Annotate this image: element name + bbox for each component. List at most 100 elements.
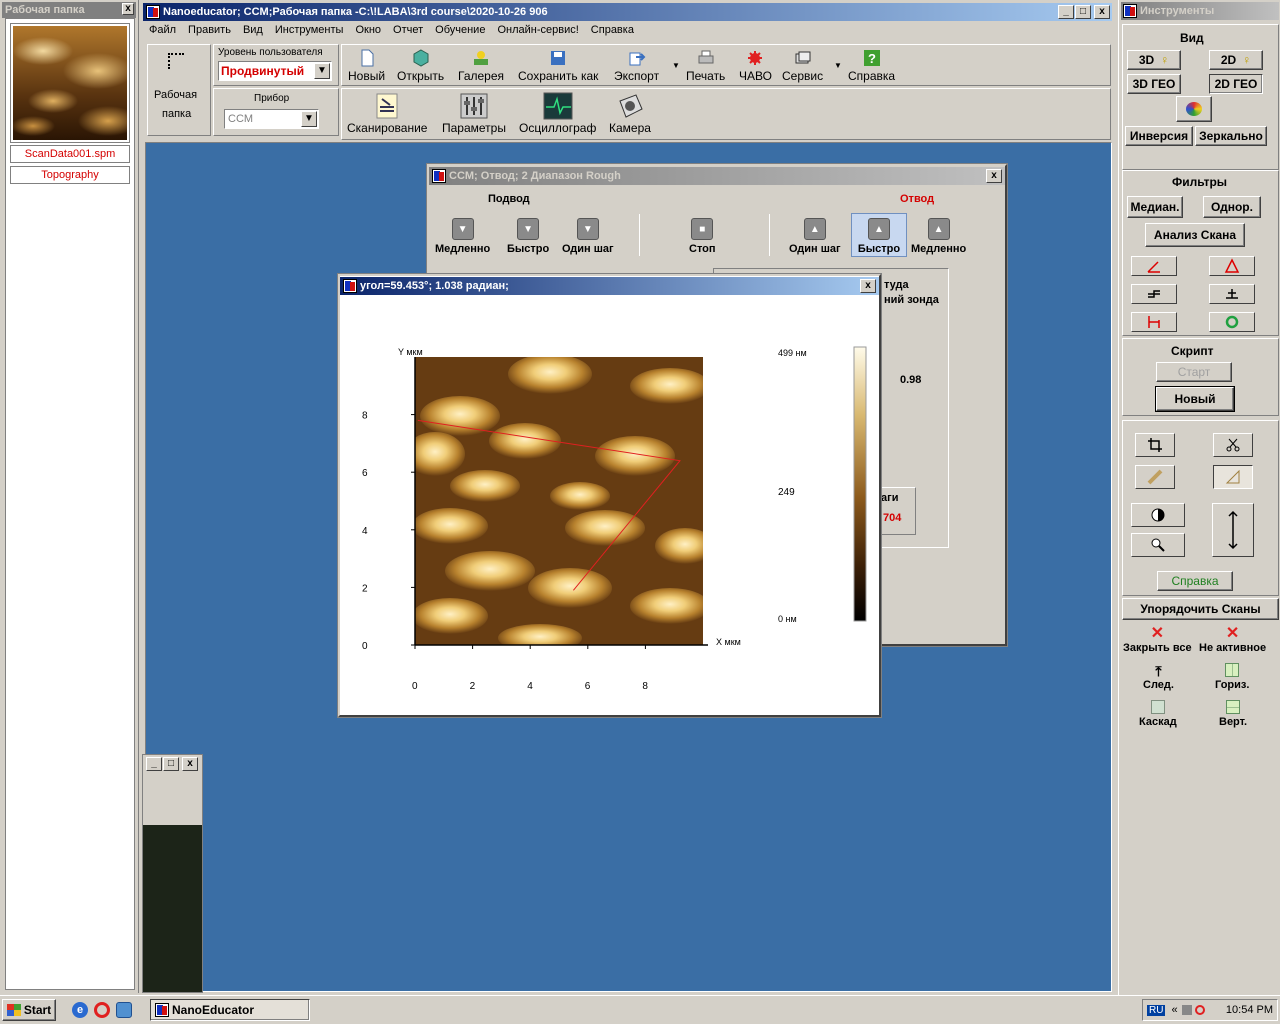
help-button[interactable]: ? Справка xyxy=(848,49,895,83)
close-all-label: Закрыть все xyxy=(1123,642,1192,654)
inactive-button[interactable]: ✕ Не активное xyxy=(1199,626,1266,655)
tools-help-button[interactable]: Справка xyxy=(1157,571,1233,591)
angle-button[interactable] xyxy=(1213,465,1253,489)
filter-tool-3[interactable] xyxy=(1131,284,1177,304)
scan-button[interactable]: Сканирование xyxy=(347,91,427,135)
filter-tool-1[interactable] xyxy=(1131,256,1177,276)
workfolder-titlebar[interactable]: Рабочая папка x xyxy=(2,2,136,18)
ccm-titlebar[interactable]: CCM; Отвод; 2 Диапазон Rough x xyxy=(429,167,1005,185)
zoom-button[interactable] xyxy=(1131,533,1185,557)
ie-icon[interactable]: e xyxy=(72,1002,88,1018)
menu-online[interactable]: Онлайн-сервис! xyxy=(497,24,578,40)
next-button[interactable]: ⤒ След. xyxy=(1143,663,1174,691)
approach-step-button[interactable]: ▼ Один шаг xyxy=(562,218,614,255)
close-all-button[interactable]: ✕ Закрыть все xyxy=(1123,626,1192,655)
median-button[interactable]: Медиан. xyxy=(1127,196,1183,218)
camera-button[interactable]: Камера xyxy=(609,91,651,135)
arrange-scans-button[interactable]: Упорядочить Сканы xyxy=(1122,598,1279,620)
params-button[interactable]: Параметры xyxy=(442,91,506,135)
vertical-scale-button[interactable] xyxy=(1212,503,1254,557)
contrast-button[interactable] xyxy=(1131,503,1185,527)
approach-slow-button[interactable]: ▼ Медленно xyxy=(435,218,490,255)
mirror-button[interactable]: Зеркально xyxy=(1195,126,1267,146)
main-titlebar[interactable]: Nanoeducator; CCM;Рабочая папка -C:\!LAB… xyxy=(143,3,1112,21)
open-button[interactable]: Открыть xyxy=(397,49,444,83)
menu-tools[interactable]: Инструменты xyxy=(275,24,344,40)
image-titlebar[interactable]: угол=59.453°; 1.038 радиан; x xyxy=(340,277,879,295)
filter-tool-6[interactable] xyxy=(1209,312,1255,332)
taskbar-app-button[interactable]: NanoEducator xyxy=(150,999,310,1021)
minimize-icon[interactable]: _ xyxy=(146,757,162,771)
mdi-client: CCM; Отвод; 2 Диапазон Rough x Подвод От… xyxy=(142,142,1112,993)
script-start-button[interactable]: Старт xyxy=(1156,362,1232,382)
menu-view[interactable]: Вид xyxy=(243,24,263,40)
opera-icon[interactable] xyxy=(94,1002,110,1018)
browser-icon[interactable] xyxy=(116,1002,132,1018)
scan-plot[interactable]: Y мкм X мкм 8 6 4 2 0 0 2 4 6 8 499 нм 2… xyxy=(340,296,879,715)
palette-button[interactable] xyxy=(1176,96,1212,122)
inverse-button[interactable]: Инверсия xyxy=(1125,126,1193,146)
filter-tool-2[interactable] xyxy=(1209,256,1255,276)
close-icon[interactable]: x xyxy=(182,757,198,771)
retract-slow-button[interactable]: ▲ Медленно xyxy=(911,218,966,255)
service-dropdown-icon[interactable]: ▼ xyxy=(834,61,842,70)
3d-geo-label: 3D ГЕО xyxy=(1132,77,1176,91)
user-level-select[interactable]: Продвинутый ▼ xyxy=(218,61,332,81)
stop-button[interactable]: ■ Стоп xyxy=(689,218,716,255)
close-icon[interactable]: x xyxy=(122,3,134,15)
menu-edit[interactable]: Править xyxy=(188,24,231,40)
uniform-button[interactable]: Однор. xyxy=(1203,196,1261,218)
retract-fast-button[interactable]: ▲ Быстро xyxy=(851,213,907,257)
filter-tool-4[interactable] xyxy=(1209,284,1255,304)
menu-help[interactable]: Справка xyxy=(591,24,634,40)
device-group: Прибор CCM ▼ xyxy=(213,88,339,136)
start-button[interactable]: Start xyxy=(2,999,56,1021)
close-icon[interactable]: x xyxy=(1094,5,1110,19)
menu-report[interactable]: Отчет xyxy=(393,24,423,40)
ruler-button[interactable] xyxy=(1135,465,1175,489)
crop-button[interactable] xyxy=(1135,433,1175,457)
export-button[interactable]: Экспорт xyxy=(614,49,659,83)
3d-geo-button[interactable]: 3D ГЕО xyxy=(1127,74,1181,94)
scope-button[interactable]: Осциллограф xyxy=(519,91,596,135)
2d-button[interactable]: 2D ♀ xyxy=(1209,50,1263,70)
minimize-icon[interactable]: _ xyxy=(1058,5,1074,19)
save-as-button[interactable]: Сохранить как xyxy=(518,49,598,83)
tray-expand-icon[interactable]: « xyxy=(1171,1004,1177,1016)
gallery-button[interactable]: Галерея xyxy=(458,49,504,83)
approach-fast-button[interactable]: ▼ Быстро xyxy=(507,218,549,255)
script-new-button[interactable]: Новый xyxy=(1155,386,1235,412)
scan-analysis-button[interactable]: Анализ Скана xyxy=(1145,223,1245,247)
device-select[interactable]: CCM ▼ xyxy=(224,109,319,129)
menu-window[interactable]: Окно xyxy=(355,24,381,40)
horiz-button[interactable]: Гориз. xyxy=(1215,663,1249,691)
scan-thumbnail[interactable] xyxy=(10,23,130,143)
vert-button[interactable]: Верт. xyxy=(1219,700,1247,728)
filter-tool-5[interactable] xyxy=(1131,312,1177,332)
3d-button[interactable]: 3D ♀ xyxy=(1127,50,1181,70)
scan-analysis-label: Анализ Скана xyxy=(1153,228,1237,242)
faq-button[interactable]: ЧАВО xyxy=(739,49,772,83)
close-icon[interactable]: x xyxy=(860,279,876,293)
maximize-icon[interactable]: □ xyxy=(1075,5,1091,19)
maximize-icon[interactable]: □ xyxy=(163,757,179,771)
2d-geo-button[interactable]: 2D ГЕО xyxy=(1209,74,1263,94)
cut-button[interactable] xyxy=(1213,433,1253,457)
file-type-item[interactable]: Topography xyxy=(10,166,130,184)
close-icon[interactable]: x xyxy=(986,169,1002,183)
chevron-down-icon[interactable]: ▼ xyxy=(314,63,330,79)
menu-learning[interactable]: Обучение xyxy=(435,24,485,40)
chevron-down-icon[interactable]: ▼ xyxy=(301,111,317,127)
cascade-button[interactable]: Каскад xyxy=(1139,700,1177,728)
minimized-window[interactable]: _ □ x xyxy=(142,754,203,993)
language-indicator[interactable]: RU xyxy=(1147,1004,1166,1016)
service-button[interactable]: Сервис xyxy=(782,49,823,83)
menu-file[interactable]: Файл xyxy=(149,24,176,40)
file-name-item[interactable]: ScanData001.spm xyxy=(10,145,130,163)
retract-step-button[interactable]: ▲ Один шаг xyxy=(789,218,841,255)
print-button[interactable]: Печать xyxy=(686,49,725,83)
tools-titlebar[interactable]: Инструменты xyxy=(1121,2,1279,20)
export-dropdown-icon[interactable]: ▼ xyxy=(672,61,680,70)
new-button[interactable]: Новый xyxy=(348,49,385,83)
workfolder-toggle[interactable]: Рабочая папка xyxy=(147,44,211,136)
